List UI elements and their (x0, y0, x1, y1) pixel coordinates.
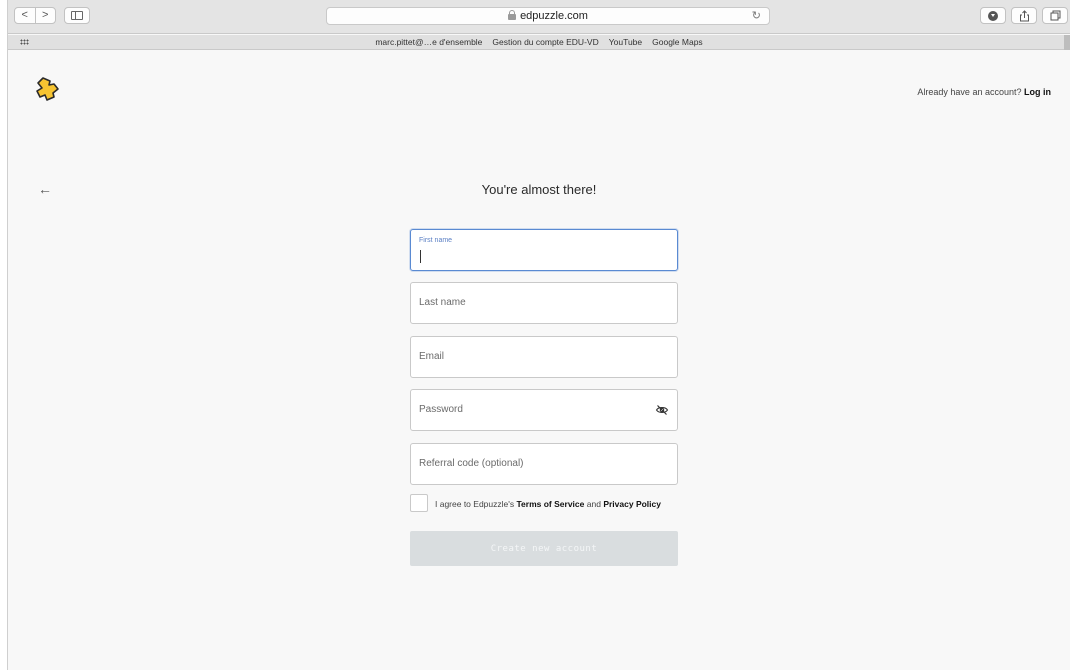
terms-checkbox[interactable] (410, 494, 428, 512)
bookmark-item[interactable]: Gestion du compte EDU-VD (492, 37, 598, 47)
back-icon[interactable]: < (15, 8, 35, 23)
terms-text: I agree to Edpuzzle's Terms of Service a… (435, 499, 661, 509)
browser-toolbar: < > edpuzzle.com ↻ (8, 0, 1070, 34)
forward-icon[interactable]: > (36, 8, 56, 23)
referral-code-field[interactable]: Referral code (optional) (410, 443, 678, 485)
address-text: edpuzzle.com (520, 10, 588, 22)
terms-prefix: I agree to Edpuzzle's (435, 499, 515, 509)
sidebar-toggle-button[interactable] (64, 7, 90, 24)
share-button[interactable] (1011, 7, 1037, 24)
last-name-placeholder: Last name (419, 297, 466, 308)
download-icon (988, 10, 998, 21)
signup-page: Already have an account? Log in ← You're… (8, 51, 1070, 670)
lock-icon (508, 10, 517, 20)
tabs-button[interactable] (1042, 7, 1068, 24)
bookmark-item[interactable]: Google Maps (652, 37, 703, 47)
bookmark-item[interactable]: marc.pittet@…e d'ensemble (375, 37, 482, 47)
hide-password-icon[interactable] (655, 403, 669, 417)
share-icon (1019, 9, 1029, 21)
login-prompt: Already have an account? Log in (917, 87, 1051, 97)
email-placeholder: Email (419, 351, 445, 362)
first-name-field[interactable]: First name (410, 229, 678, 271)
page-title: You're almost there! (481, 182, 597, 197)
create-account-button[interactable]: Create new account (410, 531, 678, 566)
bookmarks-overflow[interactable] (1064, 35, 1070, 50)
tabs-icon (1050, 10, 1060, 21)
browser-window: < > edpuzzle.com ↻ marc.pittet@…e d'ense… (7, 0, 1070, 670)
referral-code-placeholder: Referral code (optional) (419, 458, 524, 469)
login-prompt-text: Already have an account? (917, 87, 1022, 97)
nav-button-group: < > (14, 7, 56, 24)
download-button[interactable] (980, 7, 1006, 24)
terms-of-service-link[interactable]: Terms of Service (517, 499, 585, 509)
bookmark-item[interactable]: YouTube (609, 37, 642, 47)
sidebar-icon (71, 11, 83, 20)
password-placeholder: Password (419, 404, 463, 415)
address-bar[interactable]: edpuzzle.com ↻ (326, 7, 770, 25)
last-name-field[interactable]: Last name (410, 282, 678, 324)
edpuzzle-logo-icon[interactable] (35, 76, 61, 102)
password-field[interactable]: Password (410, 389, 678, 431)
email-field[interactable]: Email (410, 336, 678, 378)
login-link[interactable]: Log in (1024, 87, 1051, 97)
bookmarks-bar: marc.pittet@…e d'ensemble Gestion du com… (8, 35, 1070, 50)
text-caret (420, 250, 421, 263)
first-name-label: First name (419, 237, 453, 244)
terms-and: and (586, 499, 601, 509)
terms-agreement: I agree to Edpuzzle's Terms of Service a… (410, 494, 700, 514)
privacy-policy-link[interactable]: Privacy Policy (603, 499, 661, 509)
reload-icon[interactable]: ↻ (752, 9, 761, 22)
